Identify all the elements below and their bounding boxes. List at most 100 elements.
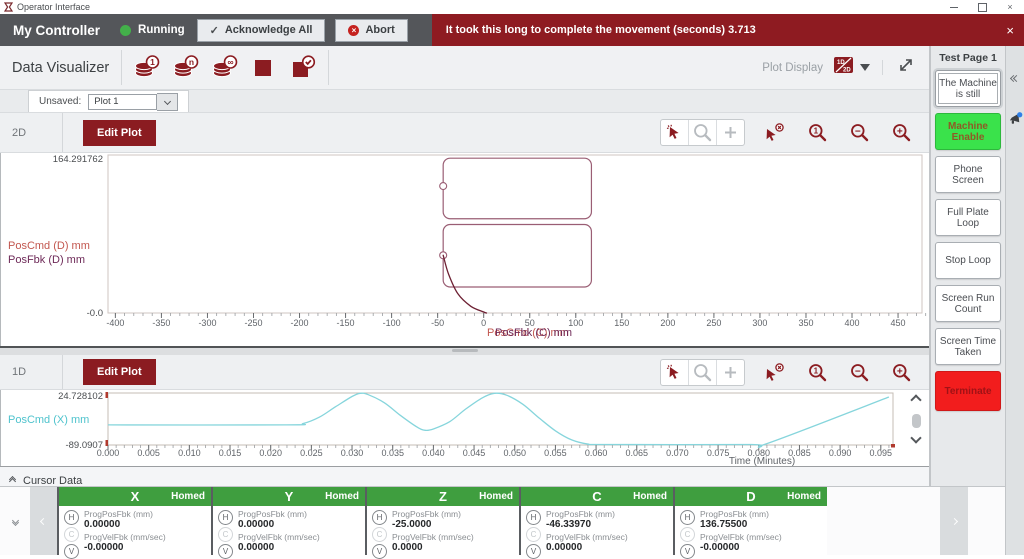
acknowledge-all-button[interactable]: ✓ Acknowledge All: [197, 19, 326, 42]
sidebar-button-phone-screen[interactable]: Phone Screen: [935, 156, 1001, 193]
scroll-thumb[interactable]: [912, 414, 921, 428]
zoom-in-icon[interactable]: +: [889, 121, 913, 145]
sidebar-button-screen-run-count[interactable]: Screen Run Count: [935, 285, 1001, 322]
data-visualizer-pane: Data Visualizer 1n∞ Plot Display 1D: [0, 46, 930, 486]
maximize-icon[interactable]: [976, 2, 988, 12]
collapse-panel-icon[interactable]: [1012, 76, 1018, 81]
vel-value: -0.00000: [84, 542, 166, 554]
vel-label: ProgVelFbk (mm/sec): [700, 532, 782, 542]
svg-text:0.050: 0.050: [503, 448, 526, 458]
plot-tab[interactable]: Unsaved: Plot 1: [28, 90, 189, 112]
svg-text:−: −: [854, 126, 860, 137]
upper-region: Data Visualizer 1n∞ Plot Display 1D: [0, 46, 1005, 486]
notification-icon[interactable]: [1008, 111, 1023, 131]
axis-body: HCVProgPosFbk (mm)136.75500ProgVelFbk (m…: [675, 506, 827, 559]
svg-text:0.005: 0.005: [137, 448, 160, 458]
axis-header: ZHomed: [367, 487, 519, 506]
clamp-flag-icon: C: [372, 527, 387, 542]
clear-cursors-icon[interactable]: [763, 121, 787, 145]
add-cursor-icon[interactable]: [717, 120, 744, 145]
svg-text:0.040: 0.040: [422, 448, 445, 458]
scroll-axes-left[interactable]: [30, 487, 57, 555]
clamp-flag-icon: C: [64, 527, 79, 542]
sidebar-button-terminate[interactable]: Terminate: [935, 371, 1001, 411]
vel-value: 0.00000: [238, 542, 320, 554]
pos-value: 0.00000: [84, 519, 166, 531]
svg-text:n: n: [189, 57, 194, 67]
homed-badge: Homed: [787, 491, 821, 502]
abort-x-icon: ×: [348, 25, 359, 36]
running-status-icon: [120, 25, 131, 36]
cursor-select-icon[interactable]: [661, 120, 689, 145]
apply-collection-icon[interactable]: [290, 55, 316, 81]
close-icon[interactable]: ×: [1004, 2, 1016, 12]
stop-collection-icon[interactable]: [251, 55, 277, 81]
axis-header: XHomed: [59, 487, 211, 506]
axis-card-y[interactable]: YHomedHCVProgPosFbk (mm)0.00000ProgVelFb…: [211, 487, 365, 555]
axis-body: HCVProgPosFbk (mm)0.00000ProgVelFbk (mm/…: [59, 506, 211, 559]
scroll-down-icon[interactable]: [910, 432, 921, 443]
velocity-flag-icon: V: [372, 544, 387, 559]
svg-text:-50: -50: [431, 318, 444, 328]
plot-select-value[interactable]: Plot 1: [88, 94, 157, 110]
sidebar-button-screen-time-taken[interactable]: Screen Time Taken: [935, 328, 1001, 365]
cursor-select-icon[interactable]: [661, 360, 689, 385]
homed-badge: Homed: [171, 491, 205, 502]
collapse-cursor-data-icon[interactable]: [10, 479, 15, 483]
zoom-box-icon[interactable]: [689, 120, 717, 145]
collect-one-sample-icon[interactable]: 1: [134, 55, 160, 81]
svg-text:PosFbk (C) mm: PosFbk (C) mm: [495, 327, 572, 339]
collect-continuous-icon[interactable]: ∞: [212, 55, 238, 81]
vel-label: ProgVelFbk (mm/sec): [238, 532, 320, 542]
axis-card-c[interactable]: CHomedHCVProgPosFbk (mm)-46.33970ProgVel…: [519, 487, 673, 555]
axis-card-d[interactable]: DHomedHCVProgPosFbk (mm)136.75500ProgVel…: [673, 487, 827, 555]
zoom-out-icon[interactable]: −: [847, 121, 871, 145]
zoom-reset-icon[interactable]: 1: [805, 360, 829, 384]
expand-plot-icon[interactable]: [883, 56, 929, 79]
plot-1d-scrollbar[interactable]: [903, 390, 929, 466]
scroll-up-icon[interactable]: [910, 394, 921, 405]
svg-text:200: 200: [660, 318, 675, 328]
edit-plot-2d-button[interactable]: Edit Plot: [83, 120, 156, 146]
axis-flag-icons: HCV: [680, 509, 695, 559]
plot-display-icon[interactable]: 1D 2D: [833, 56, 854, 79]
sidebar-button-full-plate-loop[interactable]: Full Plate Loop: [935, 199, 1001, 236]
svg-text:-0.0: -0.0: [87, 308, 103, 319]
axis-card-z[interactable]: ZHomedHCVProgPosFbk (mm)-25.0000ProgVelF…: [365, 487, 519, 555]
sidebar-button-machine-enable[interactable]: Machine Enable: [935, 113, 1001, 150]
zoom-in-icon[interactable]: +: [889, 360, 913, 384]
axis-body: HCVProgPosFbk (mm)-25.0000ProgVelFbk (mm…: [367, 506, 519, 559]
edit-plot-1d-button[interactable]: Edit Plot: [83, 359, 156, 385]
window-title: Operator Interface: [17, 2, 90, 12]
expand-axes-icon[interactable]: [0, 487, 30, 555]
add-cursor-icon[interactable]: [717, 360, 744, 385]
chart-1d-svg: 0.0000.0050.0100.0150.0200.0250.0300.035…: [0, 390, 903, 466]
svg-text:0.045: 0.045: [463, 448, 486, 458]
window-controls: ×: [948, 2, 1024, 12]
sidebar-button-stop-loop[interactable]: Stop Loop: [935, 242, 1001, 279]
abort-button[interactable]: × Abort: [335, 19, 407, 42]
plot-splitter-handle[interactable]: [0, 346, 929, 355]
sidebar-button-the-machine-is-still[interactable]: The Machine is still: [935, 70, 1001, 107]
clamp-flag-icon: C: [526, 527, 541, 542]
plot-select[interactable]: Plot 1: [88, 93, 178, 111]
scroll-axes-right[interactable]: [940, 487, 968, 555]
svg-text:0.090: 0.090: [829, 448, 852, 458]
plot-2d-area[interactable]: -400-350-300-250-200-150-100-50050100150…: [0, 153, 929, 346]
banner-close-icon[interactable]: ×: [1006, 23, 1014, 38]
plot-1d-area[interactable]: 0.0000.0050.0100.0150.0200.0250.0300.035…: [0, 390, 929, 466]
axis-card-x[interactable]: XHomedHCVProgPosFbk (mm)0.00000ProgVelFb…: [57, 487, 211, 555]
svg-text:0.030: 0.030: [341, 448, 364, 458]
collection-icons: 1 n ∞: [122, 55, 328, 81]
zoom-out-icon[interactable]: −: [847, 360, 871, 384]
homed-badge: Homed: [633, 491, 667, 502]
minimize-icon[interactable]: [948, 2, 960, 12]
collect-n-samples-icon[interactable]: n: [173, 55, 199, 81]
sidebar-buttons: The Machine is still Machine Enable Phone …: [931, 68, 1005, 413]
zoom-box-icon[interactable]: [689, 360, 717, 385]
plot-display-dropdown-icon[interactable]: [860, 64, 870, 71]
axis-flag-icons: HCV: [372, 509, 387, 559]
chevron-down-icon[interactable]: [157, 93, 178, 111]
zoom-reset-icon[interactable]: 1: [805, 121, 829, 145]
clear-cursors-icon[interactable]: [763, 360, 787, 384]
